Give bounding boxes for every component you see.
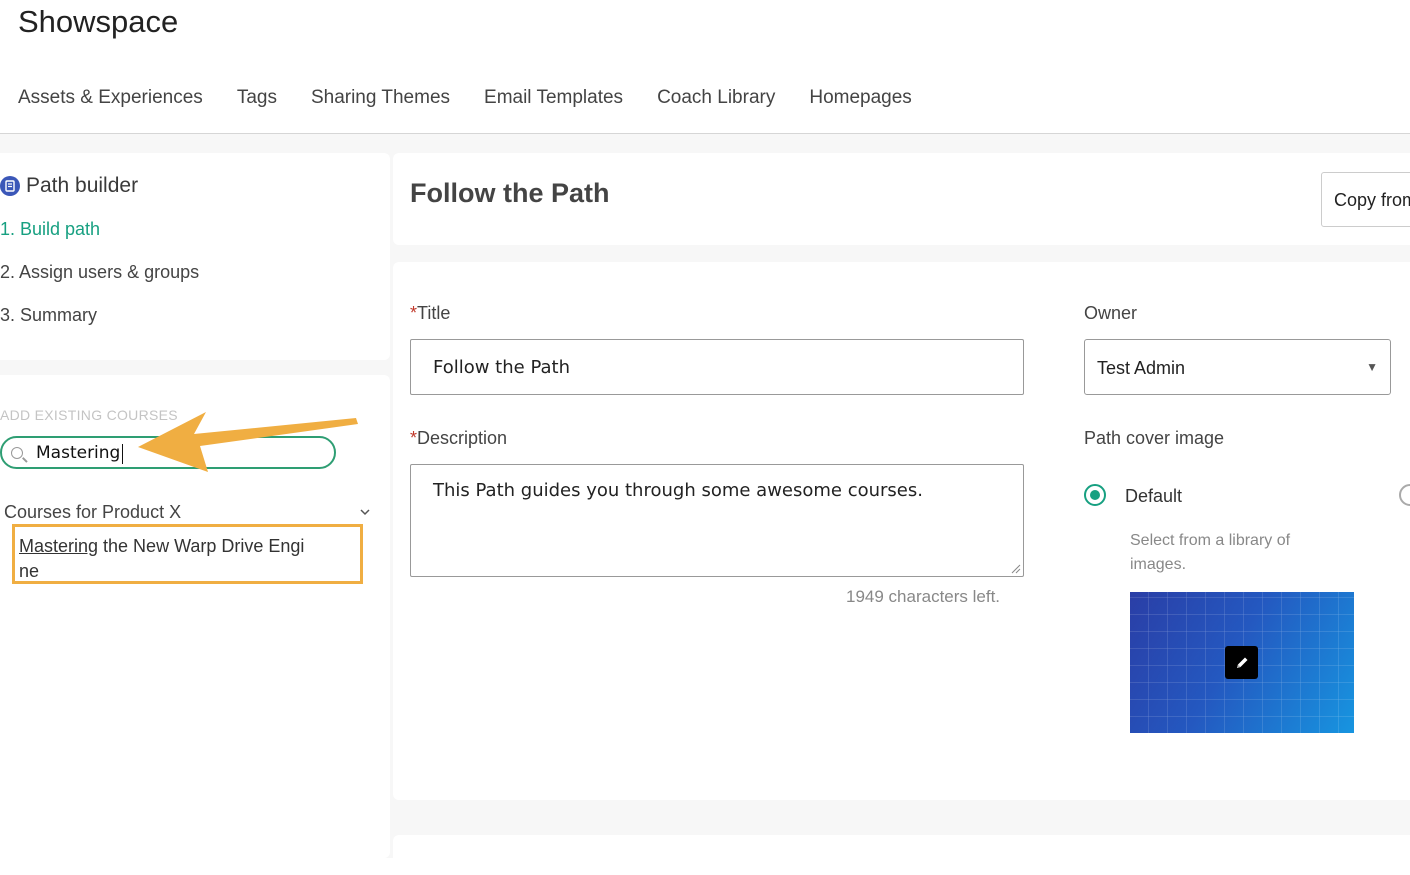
result-highlight: Mastering xyxy=(19,536,99,556)
dropdown-arrow-icon: ▼ xyxy=(1366,360,1378,374)
nav-homepages[interactable]: Homepages xyxy=(809,87,911,109)
title-label: *Title xyxy=(410,303,451,323)
step-build-path[interactable]: 1. Build path xyxy=(0,219,100,240)
annotation-arrow-icon xyxy=(138,412,358,472)
result-line2: ne xyxy=(19,561,40,581)
step-assign-users-groups[interactable]: 2. Assign users & groups xyxy=(0,262,199,283)
result-rest: the New Warp Drive Engi xyxy=(98,536,305,556)
nav-sharing-themes[interactable]: Sharing Themes xyxy=(311,87,450,109)
path-builder-icon xyxy=(0,176,20,196)
description-label: *Description xyxy=(410,428,508,448)
required-mark: * xyxy=(410,428,418,448)
text-caret xyxy=(122,444,123,464)
required-mark: * xyxy=(410,303,418,323)
course-search-result[interactable]: Mastering the New Warp Drive Engi ne xyxy=(12,524,363,584)
description-text: This Path guides you through some awesom… xyxy=(433,480,923,501)
nav-email-templates[interactable]: Email Templates xyxy=(484,87,623,109)
cover-image-preview xyxy=(1130,592,1354,733)
characters-left: 1949 characters left. xyxy=(846,587,1001,606)
description-textarea[interactable]: This Path guides you through some awesom… xyxy=(410,464,1024,577)
copy-from-button[interactable]: Copy from xyxy=(1321,172,1410,227)
nav-tags[interactable]: Tags xyxy=(237,87,277,109)
radio-default-label[interactable]: Default xyxy=(1125,486,1182,507)
owner-label: Owner xyxy=(1084,303,1138,323)
search-icon xyxy=(11,447,23,459)
title-input[interactable]: Follow the Path xyxy=(410,339,1024,395)
radio-default-selected[interactable] xyxy=(1084,484,1106,506)
edit-cover-button[interactable] xyxy=(1225,646,1258,679)
chevron-down-icon[interactable] xyxy=(358,505,372,519)
owner-value: Test Admin xyxy=(1097,358,1186,378)
owner-select[interactable]: Test Admin ▼ xyxy=(1084,339,1391,395)
page-title: Follow the Path xyxy=(410,178,610,208)
app-title: Showspace xyxy=(18,4,179,39)
cover-image-label: Path cover image xyxy=(1084,428,1225,448)
nav-assets-experiences[interactable]: Assets & Experiences xyxy=(18,87,203,109)
nav-coach-library[interactable]: Coach Library xyxy=(657,87,775,109)
courses-group-label[interactable]: Courses for Product X xyxy=(4,502,181,523)
bottom-card xyxy=(393,835,1410,875)
top-navigation: Assets & Experiences Tags Sharing Themes… xyxy=(18,87,912,109)
step-summary[interactable]: 3. Summary xyxy=(0,305,97,326)
radio-default-help: Select from a library of images. xyxy=(1130,532,1291,573)
pencil-icon xyxy=(1236,657,1247,668)
path-builder-title: Path builder xyxy=(26,174,139,197)
resize-grip-icon[interactable] xyxy=(1011,564,1021,574)
